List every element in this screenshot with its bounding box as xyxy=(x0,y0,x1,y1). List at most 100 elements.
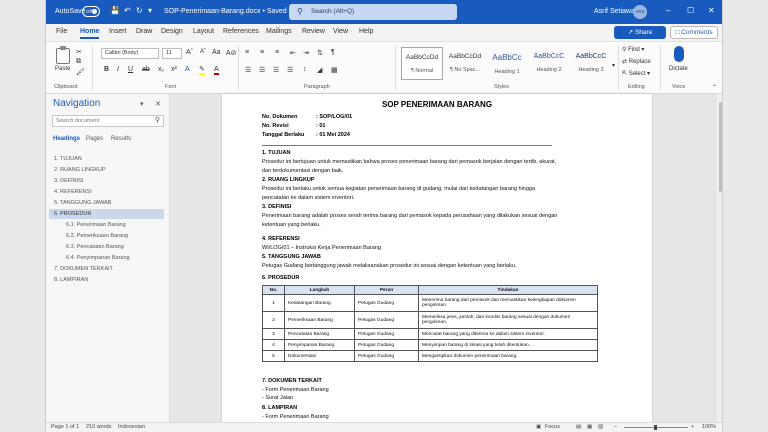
minimize-icon[interactable]: – xyxy=(666,6,670,15)
copy-icon[interactable]: ⧉ xyxy=(76,58,81,66)
bold-icon[interactable]: B xyxy=(104,66,109,73)
nav-subheading[interactable]: 6.3. Pencatatan Barang xyxy=(49,242,164,252)
tab-review[interactable]: Review xyxy=(302,28,325,35)
close-pane-icon[interactable]: ✕ xyxy=(155,100,161,108)
tab-headings[interactable]: Headings xyxy=(53,136,80,142)
tab-file[interactable]: File xyxy=(56,28,67,35)
tab-mailings[interactable]: Mailings xyxy=(266,28,292,35)
search-box[interactable]: ⚲ Search (Alt+Q) xyxy=(289,4,457,20)
superscript-icon[interactable]: x² xyxy=(171,66,177,73)
nav-subheading[interactable]: 6.2. Pemeriksaan Barang xyxy=(49,231,164,241)
align-left-icon[interactable]: ☰ xyxy=(245,66,251,74)
justify-icon[interactable]: ☰ xyxy=(287,66,293,74)
increase-indent-icon[interactable]: ⇥ xyxy=(303,49,309,57)
dictate-button[interactable]: Dictate xyxy=(669,66,688,72)
style-no-spacing[interactable]: AaBbCcDd ¶ No Spac... xyxy=(444,47,486,80)
style-normal[interactable]: AaBbCcDd ¶ Normal xyxy=(401,47,443,80)
decrease-indent-icon[interactable]: ⇤ xyxy=(290,49,296,57)
close-icon[interactable]: ✕ xyxy=(708,6,715,15)
underline-icon[interactable]: U xyxy=(128,66,133,73)
pane-options-icon[interactable]: ▾ xyxy=(140,100,144,108)
font-size-box[interactable]: 11 xyxy=(162,48,182,59)
font-name-box[interactable]: Calibri (Body) xyxy=(101,48,159,59)
document-name[interactable]: SOP-Penerimaan-Barang.docx • Saved xyxy=(164,8,287,15)
paste-icon[interactable] xyxy=(56,46,70,64)
nav-heading[interactable]: 2. RUANG LINGKUP xyxy=(49,165,164,175)
nav-heading[interactable]: 1. TUJUAN xyxy=(49,154,164,164)
tab-view[interactable]: View xyxy=(333,28,348,35)
microphone-icon[interactable] xyxy=(674,46,684,62)
maximize-icon[interactable]: ☐ xyxy=(687,6,694,15)
find-button[interactable]: ⚲ Find ▾ xyxy=(622,46,644,53)
web-layout-icon[interactable]: ▧ xyxy=(598,424,603,430)
save-icon[interactable]: 💾 xyxy=(110,6,120,15)
text-effects-icon[interactable]: A xyxy=(185,66,190,73)
bullets-icon[interactable]: ≡ xyxy=(245,49,249,56)
shrink-font-icon[interactable]: Aˇ xyxy=(200,49,206,55)
page-count[interactable]: Page 1 of 1 xyxy=(51,424,79,430)
nav-heading[interactable]: 5. TANGGUNG JAWAB xyxy=(49,198,164,208)
focus-icon[interactable]: ▣ xyxy=(536,424,541,430)
document-page[interactable]: SOP PENERIMAAN BARANG No. Dokumen : SOP/… xyxy=(222,94,652,422)
shading-icon[interactable]: ◢ xyxy=(317,66,322,74)
tab-home[interactable]: Home xyxy=(80,28,100,39)
navigation-search-input[interactable]: Search document ⚲ xyxy=(52,115,164,127)
clear-formatting-icon[interactable]: A⊘ xyxy=(226,49,237,57)
style-heading-1[interactable]: AaBbCc Heading 1 xyxy=(486,47,528,80)
styles-more-icon[interactable]: ▾ xyxy=(612,62,615,69)
scrollbar-thumb[interactable] xyxy=(719,102,722,192)
nav-heading[interactable]: 8. LAMPIRAN xyxy=(49,275,164,285)
subscript-icon[interactable]: x₂ xyxy=(158,66,164,73)
show-marks-icon[interactable]: ¶ xyxy=(331,49,335,56)
word-count[interactable]: 210 words xyxy=(86,424,111,430)
nav-heading-active[interactable]: 6. PROSEDUR xyxy=(49,209,164,219)
zoom-out-icon[interactable]: – xyxy=(614,424,617,430)
multilevel-list-icon[interactable]: ≡ xyxy=(275,49,279,56)
print-layout-icon[interactable]: ▦ xyxy=(587,424,592,430)
focus-button[interactable]: Focus xyxy=(545,424,560,430)
grow-font-icon[interactable]: Aˆ xyxy=(186,49,193,56)
tab-insert[interactable]: Insert xyxy=(109,28,127,35)
highlight-icon[interactable]: ✎ xyxy=(199,66,205,75)
replace-button[interactable]: ⇄ Replace xyxy=(622,58,651,65)
nav-heading[interactable]: 3. DEFINISI xyxy=(49,176,164,186)
tab-layout[interactable]: Layout xyxy=(193,28,214,35)
zoom-level[interactable]: 100% xyxy=(702,424,716,430)
comments-button[interactable]: □ Comments xyxy=(670,26,718,39)
change-case-icon[interactable]: Aa xyxy=(212,49,221,56)
undo-icon[interactable]: ↶ xyxy=(124,6,131,15)
tab-pages[interactable]: Pages xyxy=(86,136,103,142)
tab-draw[interactable]: Draw xyxy=(136,28,152,35)
zoom-slider-thumb[interactable] xyxy=(654,425,657,430)
paste-button[interactable]: Paste xyxy=(55,66,70,72)
style-heading-3[interactable]: AaBbCcC Heading 3 xyxy=(570,47,612,80)
numbering-icon[interactable]: ≡ xyxy=(260,49,264,56)
borders-icon[interactable]: ▦ xyxy=(331,66,338,74)
align-center-icon[interactable]: ☰ xyxy=(259,66,265,74)
language[interactable]: Indonesian xyxy=(118,424,145,430)
tab-references[interactable]: References xyxy=(223,28,259,35)
italic-icon[interactable]: I xyxy=(117,66,119,73)
nav-subheading[interactable]: 6.4. Penyimpanan Barang xyxy=(49,253,164,263)
style-heading-2[interactable]: AaBbCcC Heading 2 xyxy=(528,47,570,80)
read-mode-icon[interactable]: ▤ xyxy=(576,424,581,430)
font-color-icon[interactable]: A xyxy=(214,66,219,75)
tab-help[interactable]: Help xyxy=(359,28,373,35)
collapse-ribbon-icon[interactable]: ⌃ xyxy=(712,84,717,91)
avatar[interactable]: ARS xyxy=(633,5,647,19)
align-right-icon[interactable]: ☰ xyxy=(273,66,279,74)
select-button[interactable]: ⇱ Select ▾ xyxy=(622,70,650,77)
line-spacing-icon[interactable]: ↕ xyxy=(303,66,307,73)
tab-results[interactable]: Results xyxy=(111,136,131,142)
redo-icon[interactable]: ↻ xyxy=(136,6,143,15)
autosave-toggle[interactable]: Off xyxy=(82,6,100,17)
tab-design[interactable]: Design xyxy=(161,28,183,35)
format-painter-icon[interactable]: 🖌 xyxy=(76,68,85,76)
strikethrough-icon[interactable]: ab xyxy=(142,66,150,73)
nav-subheading[interactable]: 6.1. Penerimaan Barang xyxy=(49,220,164,230)
share-button[interactable]: ↗ Share xyxy=(614,26,666,39)
nav-heading[interactable]: 4. REFERENSI xyxy=(49,187,164,197)
nav-heading[interactable]: 7. DOKUMEN TERKAIT xyxy=(49,264,164,274)
vertical-scrollbar[interactable] xyxy=(717,94,722,422)
cut-icon[interactable]: ✂ xyxy=(76,48,82,56)
